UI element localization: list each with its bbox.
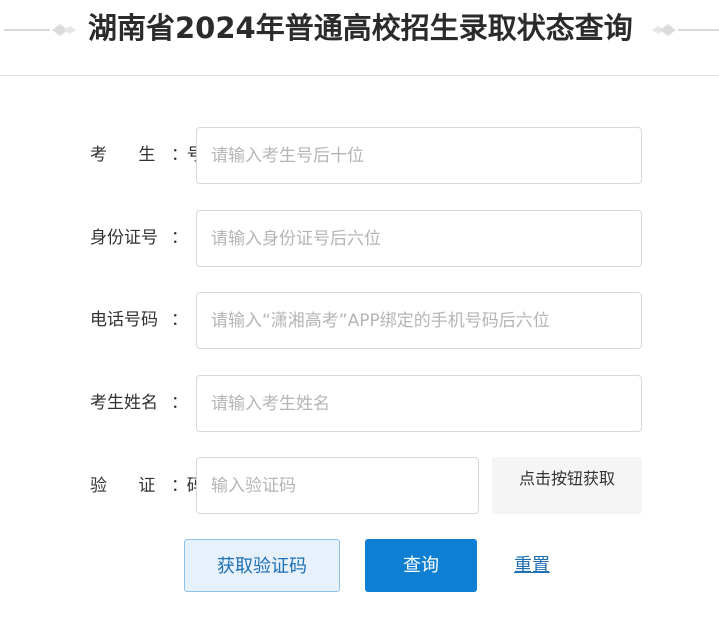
id-no-colon: ：	[171, 228, 188, 248]
get-captcha-button[interactable]: 获取验证码	[184, 539, 340, 592]
exam-no-input[interactable]	[196, 127, 642, 184]
phone-input[interactable]	[196, 292, 642, 349]
page-title: 湖南省2024年普通高校招生录取状态查询	[88, 11, 633, 45]
reset-link[interactable]: 重置	[514, 553, 550, 579]
phone-colon: ：	[171, 310, 188, 330]
title-ornament-right	[652, 24, 719, 36]
name-colon: ：	[171, 393, 188, 413]
captcha-colon: ：	[171, 476, 188, 496]
exam-no-colon: ：	[171, 145, 188, 165]
captcha-image[interactable]: 点击按钮获取	[492, 457, 642, 514]
name-input[interactable]	[196, 375, 642, 432]
page-header: 湖南省2024年普通高校招生录取状态查询	[0, 0, 719, 76]
id-no-input[interactable]	[196, 210, 642, 267]
title-ornament-left	[4, 24, 76, 36]
query-button[interactable]: 查询	[365, 539, 477, 592]
captcha-input[interactable]	[196, 457, 479, 514]
